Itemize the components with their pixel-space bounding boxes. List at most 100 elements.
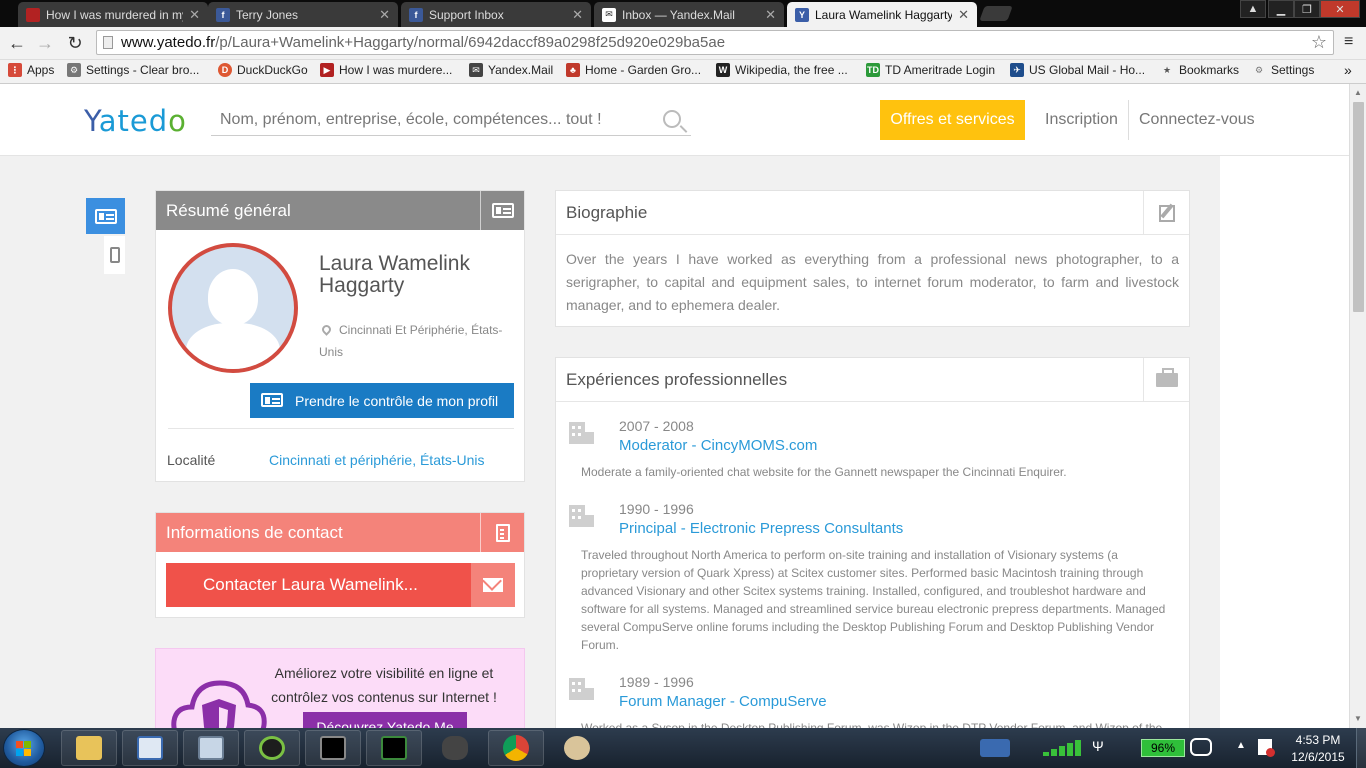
sidenav-resume-tab[interactable] [86,198,125,234]
facebook-icon: f [216,7,230,22]
close-icon[interactable]: ✕ [572,7,583,23]
experience-title-link[interactable]: Moderator - CincyMOMS.com [619,437,817,454]
taskbar-explorer[interactable] [61,730,117,766]
user-icon[interactable]: ▲ [1240,0,1266,18]
experience-title-link[interactable]: Principal - Electronic Prepress Consulta… [619,520,903,537]
bookmark-wikipedia[interactable]: W Wikipedia, the free ... [716,63,848,77]
battery-indicator[interactable]: 96% [1141,739,1185,757]
experience-years: 2007 - 2008 [619,418,694,434]
bookmark-murdered[interactable]: ▶ How I was murdere... [320,63,452,77]
star-icon[interactable]: ☆ [1311,32,1327,53]
usmail-icon: ✈ [1010,63,1024,77]
drive-icon [980,739,1010,757]
close-icon[interactable]: ✕ [765,7,776,23]
taskbar-app[interactable] [427,730,483,766]
taskbar-chrome[interactable] [488,730,544,766]
experience-title-link[interactable]: Forum Manager - CompuServe [619,693,827,710]
window-close-icon[interactable]: ✕ [1320,0,1360,18]
tab-yandex-mail[interactable]: ✉ Inbox — Yandex.Mail ✕ [594,2,784,27]
windows-logo-icon [16,741,32,757]
cloud-shield-icon [171,680,267,728]
bookmark-us-global-mail[interactable]: ✈ US Global Mail - Ho... [1010,63,1145,77]
bookmark-label: Bookmarks [1179,63,1240,77]
close-icon[interactable]: ✕ [958,7,969,23]
folder-icon [76,736,102,760]
tab-yatedo[interactable]: Y Laura Wamelink Haggarty ✕ [787,2,977,27]
show-desktop-button[interactable] [1356,728,1366,768]
bookmark-yandex-mail[interactable]: ✉ Yandex.Mail [469,63,553,77]
action-center-flag-icon[interactable] [1258,739,1275,757]
signal-strength-icon[interactable] [1043,740,1087,756]
search-input[interactable] [211,106,651,134]
taskbar-console[interactable] [366,730,422,766]
yatedo-icon: Y [795,7,809,22]
tab-terry-jones[interactable]: f Terry Jones ✕ [208,2,398,27]
scroll-thumb[interactable] [1353,102,1364,312]
chrome-icon [503,735,529,761]
contact-button[interactable]: Contacter Laura Wamelink... [166,563,515,607]
scroll-up-icon[interactable]: ▲ [1354,88,1362,97]
offres-button[interactable]: Offres et services [880,100,1025,140]
header-divider [1128,100,1129,140]
taskbar-tray-app[interactable] [975,730,1015,766]
inscription-link[interactable]: Inscription [1045,111,1118,129]
taskbar-calculator[interactable] [183,730,239,766]
yatedo-logo[interactable]: Yatedo [84,104,187,138]
start-button[interactable] [3,729,45,767]
connect-link[interactable]: Connectez-vous [1139,111,1255,129]
edit-icon[interactable] [1143,191,1189,235]
bookmark-garden[interactable]: ♣ Home - Garden Gro... [566,63,701,77]
close-icon[interactable]: ✕ [189,7,200,23]
contact-card: Informations de contact Contacter Laura … [155,512,525,618]
bookmark-settings[interactable]: ⚙ Settings [1252,63,1314,77]
td-icon: TD [866,63,880,77]
contact-card-header: Informations de contact [156,513,524,552]
search-icon[interactable] [663,110,681,128]
minimize-icon[interactable]: ▁ [1268,0,1294,18]
antenna-icon[interactable]: Ψ [1092,738,1104,754]
take-control-button[interactable]: Prendre le contrôle de mon profil [250,383,514,418]
taskbar-cmd[interactable] [305,730,361,766]
tab-support-inbox[interactable]: f Support Inbox ✕ [401,2,591,27]
bookmark-td-ameritrade[interactable]: TD TD Ameritrade Login [866,63,995,77]
mail-icon: ✉ [602,7,616,22]
taskbar-evernote[interactable] [244,730,300,766]
clock-date[interactable]: 12/6/2015 [1288,750,1348,764]
bookmark-label: Home - Garden Gro... [585,63,702,77]
new-tab-button[interactable] [979,6,1013,21]
experience-description: Traveled throughout North America to per… [581,548,1166,652]
experience-card: Expériences professionnelles 2007 - 2008… [555,357,1190,728]
taskbar-wordpad[interactable] [122,730,178,766]
bookmark-settings-clear[interactable]: ⚙ Settings - Clear bro... [67,63,199,77]
page-scrollbar[interactable]: ▲ ▼ [1349,84,1366,728]
tab-murdered[interactable]: How I was murdered in my ✕ [18,2,208,27]
discover-yatedo-me-button[interactable]: Découvrez Yatedo Me [303,712,467,728]
forward-arrow-icon[interactable]: → [34,32,56,54]
power-plug-icon[interactable] [1190,738,1212,756]
bookmark-duckduckgo[interactable]: D DuckDuckGo [218,63,308,77]
bookmark-label: DuckDuckGo [237,63,308,77]
taskbar-paint[interactable] [549,730,605,766]
biography-header: Biographie [556,191,1189,235]
bookmark-apps[interactable]: ⋮ Apps [8,63,54,77]
show-hidden-icons[interactable]: ▲ [1236,740,1246,751]
tab-title: How I was murdered in my [46,7,184,22]
sidenav-contact-tab[interactable] [104,236,125,274]
bookmark-label: TD Ameritrade Login [885,63,996,77]
restore-icon[interactable]: ❐ [1294,0,1320,18]
clock-time[interactable]: 4:53 PM [1288,733,1348,747]
address-bar[interactable]: www.yatedo.fr/p/Laura+Wamelink+Haggarty/… [96,30,1334,55]
locality-link[interactable]: Cincinnati et périphérie, États-Unis [269,452,485,468]
reload-icon[interactable]: ↻ [64,32,86,54]
menu-icon[interactable]: ≡ [1344,33,1353,51]
address-book-icon [480,513,524,552]
more-bookmarks-icon[interactable]: » [1344,62,1352,78]
bookmark-bookmarks[interactable]: ★ Bookmarks [1160,63,1239,77]
phone-icon [109,247,120,263]
page-viewport: Yatedo Offres et services Inscription Co… [0,84,1349,728]
url-path: /p/Laura+Wamelink+Haggarty/normal/6942da… [215,34,726,51]
close-icon[interactable]: ✕ [379,7,390,23]
scroll-down-icon[interactable]: ▼ [1354,714,1362,723]
back-arrow-icon[interactable]: ← [6,32,28,54]
site-header: Yatedo Offres et services Inscription Co… [0,84,1349,156]
